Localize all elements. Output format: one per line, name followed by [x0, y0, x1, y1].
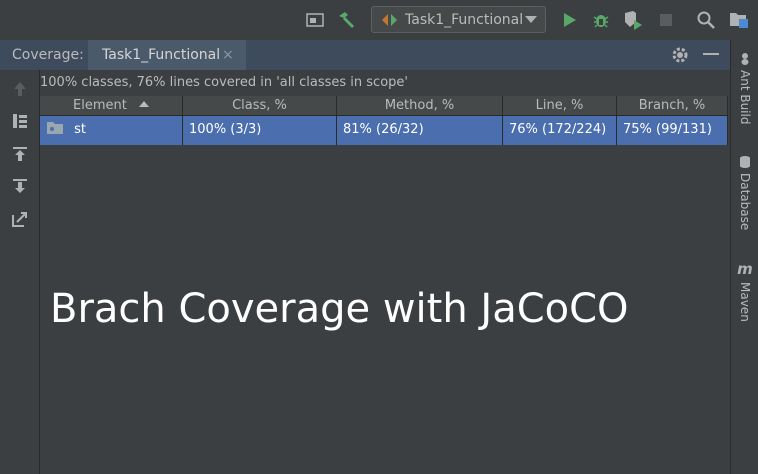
element-name: st — [74, 122, 87, 137]
database-label: Database — [738, 173, 752, 231]
minimize-icon[interactable] — [703, 53, 719, 55]
maven-label: Maven — [738, 282, 752, 322]
project-structure-icon[interactable] — [729, 10, 749, 30]
search-icon[interactable] — [696, 10, 716, 30]
tab-database[interactable]: Database — [731, 155, 758, 230]
tab-label: Task1_Functional — [102, 47, 221, 63]
tab-ant-build[interactable]: Ant Build — [731, 52, 758, 124]
arrow-up-icon[interactable] — [11, 80, 29, 98]
column-header-element[interactable]: Element — [40, 96, 183, 116]
tab-task1-functional[interactable]: Task1_Functional × — [88, 40, 246, 70]
run-config-label: Task1_Functional — [405, 12, 524, 28]
tool-window-title: Coverage: — [12, 47, 84, 63]
import-down-icon[interactable] — [11, 177, 29, 195]
frame-icon[interactable] — [305, 10, 325, 30]
column-header-branch[interactable]: Branch, % — [617, 96, 728, 116]
cell-method: 81% (26/32) — [337, 116, 503, 145]
maven-icon: m — [737, 260, 753, 278]
coverage-table — [40, 96, 728, 474]
cell-branch: 75% (99/131) — [617, 116, 728, 145]
package-folder-icon — [47, 122, 63, 134]
run-configuration-selector[interactable]: Task1_Functional — [371, 6, 546, 33]
column-header-class[interactable]: Class, % — [183, 96, 337, 116]
ant-build-label: Ant Build — [738, 70, 752, 125]
run-icon[interactable] — [560, 10, 580, 30]
flatten-packages-icon[interactable] — [11, 112, 29, 130]
coverage-summary: 100% classes, 76% lines covered in 'all … — [40, 75, 408, 90]
cell-element: st — [40, 116, 183, 145]
ant-icon — [741, 53, 749, 65]
overlay-caption: Brach Coverage with JaCoCO — [50, 286, 629, 332]
stop-icon[interactable] — [656, 10, 676, 30]
cell-line: 76% (172/224) — [503, 116, 617, 145]
gear-icon[interactable] — [670, 45, 690, 69]
database-icon — [740, 156, 750, 168]
column-header-method[interactable]: Method, % — [337, 96, 503, 116]
cell-class: 100% (3/3) — [183, 116, 337, 145]
export-up-icon[interactable] — [11, 145, 29, 163]
coverage-run-icon[interactable] — [623, 10, 643, 30]
coverage-left-toolbar — [0, 70, 40, 474]
debug-icon[interactable] — [591, 10, 611, 30]
hammer-icon[interactable] — [336, 10, 356, 30]
run-config-icon — [381, 13, 399, 31]
sort-ascending-icon — [138, 101, 149, 107]
chevron-down-icon — [525, 16, 537, 23]
close-icon[interactable]: × — [222, 47, 234, 63]
tab-maven[interactable]: m Maven — [731, 260, 758, 322]
generate-report-icon[interactable] — [11, 210, 29, 228]
right-tool-strip: Ant Build Database m Maven — [730, 40, 758, 474]
column-header-line[interactable]: Line, % — [503, 96, 617, 116]
main-toolbar: Task1_Functional — [0, 0, 758, 41]
